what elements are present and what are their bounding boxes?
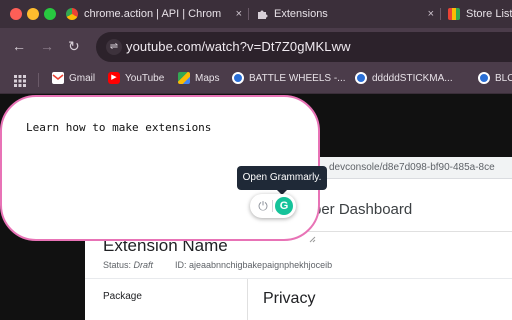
dashboard-title: per Dashboard (313, 201, 413, 218)
minimize-window-button[interactable] (27, 8, 39, 20)
dev-url-text: devconsole/d8e7d098-bf90-485a-8ce (329, 162, 495, 173)
apps-grid-icon[interactable] (14, 74, 26, 87)
tab-label: chrome.action | API | Chrom (84, 8, 222, 20)
bookmark-label: YouTube (125, 72, 165, 84)
tab-divider (248, 8, 249, 20)
forward-button[interactable]: → (40, 39, 54, 53)
grammarly-widget[interactable]: ⏻ G (250, 194, 296, 218)
bookmark-battle-wheels[interactable]: BATTLE WHEELS -... (232, 72, 346, 84)
chrome-icon (66, 8, 78, 20)
tab-store-listing[interactable]: Store List (448, 3, 512, 25)
site-info-icon[interactable]: ⇌ (106, 39, 122, 55)
left-nav: Package (85, 279, 248, 320)
bookmarks-bar: Gmail ▶ YouTube Maps BATTLE WHEELS -... … (0, 66, 512, 94)
tab-divider (440, 8, 441, 20)
tab-label: Store List (466, 8, 512, 20)
grammarly-logo-icon[interactable]: G (275, 197, 293, 215)
reload-button[interactable]: ↻ (68, 39, 80, 53)
power-icon[interactable]: ⏻ (256, 199, 270, 213)
bookmark-label: Maps (195, 72, 220, 84)
bookmark-youtube[interactable]: ▶ YouTube (108, 72, 164, 84)
bookmark-maps[interactable]: Maps (178, 72, 219, 84)
privacy-heading: Privacy (263, 290, 316, 307)
url-text[interactable]: youtube.com/watch?v=Dt7Z0gMKLww (126, 39, 351, 54)
resize-handle-icon[interactable] (309, 230, 316, 243)
webstore-icon (448, 8, 460, 20)
bookmark-label: Gmail (69, 72, 96, 84)
grammarly-tooltip: Open Grammarly. (237, 166, 327, 190)
puzzle-icon (256, 8, 268, 20)
site-icon (232, 72, 244, 84)
popup-text: Learn how to make extensions (26, 121, 212, 134)
bookmarks-divider (38, 73, 39, 87)
maximize-window-button[interactable] (44, 8, 56, 20)
nav-item-package[interactable]: Package (103, 291, 142, 302)
bookmark-label: dddddSTICKMA... (372, 72, 453, 84)
gmail-icon (52, 72, 64, 84)
close-tab-icon[interactable]: × (420, 8, 434, 20)
close-tab-icon[interactable]: × (228, 8, 242, 20)
tab-extensions[interactable]: Extensions × (256, 3, 434, 25)
tab-chrome-action[interactable]: chrome.action | API | Chrom × (66, 3, 242, 25)
bookmark-stickman[interactable]: dddddSTICKMA... (355, 72, 453, 84)
widget-divider (272, 200, 273, 212)
extension-status: Status: Draft (103, 260, 154, 270)
youtube-icon: ▶ (108, 72, 120, 84)
bookmark-label: BLO (495, 72, 512, 84)
site-icon (355, 72, 367, 84)
address-bar[interactable]: ⇌ youtube.com/watch?v=Dt7Z0gMKLww (96, 32, 512, 62)
close-window-button[interactable] (10, 8, 22, 20)
browser-toolbar: ← → ↻ ⇌ youtube.com/watch?v=Dt7Z0gMKLww (0, 28, 512, 66)
bookmark-gmail[interactable]: Gmail (52, 72, 95, 84)
back-button[interactable]: ← (12, 39, 26, 53)
status-value: Draft (133, 260, 154, 270)
bookmark-blo[interactable]: BLO (478, 72, 512, 84)
bookmark-label: BATTLE WHEELS -... (249, 72, 346, 84)
tab-strip: chrome.action | API | Chrom × Extensions… (0, 0, 512, 28)
maps-icon (178, 72, 190, 84)
extension-id: ID: ajeaabnnchigbakepaignphekhjoceib (175, 260, 333, 270)
site-icon (478, 72, 490, 84)
tab-label: Extensions (274, 8, 328, 20)
